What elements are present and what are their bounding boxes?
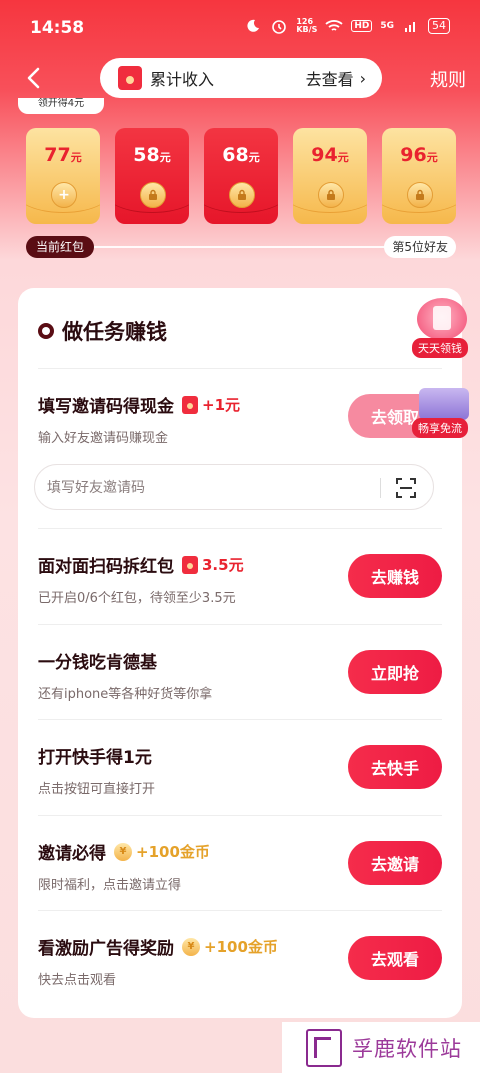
free-flow-widget[interactable]: 畅享免流 <box>412 388 476 438</box>
plus-icon: + <box>51 182 77 208</box>
phone-icon <box>417 298 467 340</box>
task-bonus: +1元 <box>202 396 241 414</box>
tip-strip: 领开得4元 <box>18 98 104 114</box>
battery-indicator: 54 <box>428 18 450 34</box>
income-pill[interactable]: 累计收入 去查看 › <box>100 58 382 98</box>
lock-icon <box>318 182 344 208</box>
lock-icon <box>140 182 166 208</box>
task-invite-code: 填写邀请码得现金 +1元 输入好友邀请码赚现金 去领取 <box>38 392 442 446</box>
task-bonus: +100金币 <box>204 938 278 956</box>
task-card: 做任务赚钱 填写邀请码得现金 +1元 输入好友邀请码赚现金 去领取 面对面扫码拆… <box>18 288 462 1018</box>
packet-5[interactable]: 96元 <box>382 128 456 224</box>
alarm-icon <box>270 18 288 34</box>
packet-amount: 77元 <box>44 144 82 166</box>
status-bar: 14:58 126 KB/S HD 5G 54 <box>0 0 480 56</box>
task-bonus: 3.5元 <box>202 556 244 574</box>
signal-icon <box>402 18 420 34</box>
income-label: 累计收入 <box>150 70 215 89</box>
current-packet-badge: 当前红包 <box>26 236 95 258</box>
daily-money-widget[interactable]: 天天领钱 <box>412 298 472 358</box>
invite-code-input[interactable] <box>45 465 369 511</box>
hd-icon: HD <box>351 20 373 32</box>
rules-link[interactable]: 规则 <box>430 66 466 92</box>
task-title: 打开快手得1元 <box>38 748 152 768</box>
task-scan-packet: 面对面扫码拆红包 3.5元 已开启0/6个红包，待领至少3.5元 去赚钱 <box>38 552 442 606</box>
fifth-friend-badge: 第5位好友 <box>384 236 456 258</box>
task-title: 看激励广告得奖励 <box>38 939 174 959</box>
watermark: 孚鹿软件站 <box>282 1022 480 1073</box>
scan-icon[interactable] <box>395 477 417 499</box>
free-flow-label: 畅享免流 <box>412 418 468 438</box>
coin-icon: ¥ <box>182 937 200 956</box>
task-title: 面对面扫码拆红包 <box>38 557 174 577</box>
red-packet-row: 77元 + 58元 68元 94元 96元 <box>26 128 456 224</box>
daily-money-label: 天天领钱 <box>412 338 468 358</box>
gift-box-icon <box>419 388 469 420</box>
net-speed: 126 KB/S <box>296 17 318 34</box>
task-kuaishou: 打开快手得1元 点击按钮可直接打开 去快手 <box>38 743 442 797</box>
red-envelope-icon <box>118 66 142 90</box>
site-logo-icon <box>306 1028 342 1067</box>
red-envelope-icon <box>182 555 198 574</box>
back-button[interactable] <box>22 65 48 91</box>
coin-icon: ¥ <box>114 842 132 861</box>
packet-amount: 96元 <box>400 144 438 166</box>
task-invite: 邀请必得 ¥ +100金币 限时福利，点击邀请立得 去邀请 <box>38 839 442 893</box>
open-kuaishou-button[interactable]: 去快手 <box>348 745 442 789</box>
view-link[interactable]: 去查看 <box>306 66 354 90</box>
lock-icon <box>229 182 255 208</box>
section-dot-icon <box>38 323 54 339</box>
wifi-icon <box>325 18 343 34</box>
task-title: 邀请必得 <box>38 844 106 864</box>
packet-amount: 58元 <box>133 144 171 166</box>
invite-button[interactable]: 去邀请 <box>348 841 442 885</box>
earn-button[interactable]: 去赚钱 <box>348 554 442 598</box>
task-watch-ad: 看激励广告得奖励 ¥ +100金币 快去点击观看 去观看 <box>38 934 442 988</box>
watermark-text: 孚鹿软件站 <box>352 1036 462 1061</box>
task-bonus: +100金币 <box>136 843 210 861</box>
task-title: 填写邀请码得现金 <box>38 397 174 417</box>
task-kfc: 一分钱吃肯德基 还有iphone等各种好货等你拿 立即抢 <box>38 648 442 702</box>
packet-amount: 68元 <box>222 144 260 166</box>
grab-button[interactable]: 立即抢 <box>348 650 442 694</box>
lock-icon <box>407 182 433 208</box>
task-title: 一分钱吃肯德基 <box>38 653 157 673</box>
packet-amount: 94元 <box>311 144 349 166</box>
packet-2[interactable]: 58元 <box>115 128 189 224</box>
packet-1[interactable]: 77元 + <box>26 128 100 224</box>
packet-4[interactable]: 94元 <box>293 128 367 224</box>
friend-progress: 当前红包 第5位好友 <box>26 236 456 258</box>
red-envelope-icon <box>182 395 198 414</box>
moon-icon <box>244 18 262 34</box>
chevron-right-icon: › <box>359 68 366 88</box>
status-time: 14:58 <box>30 18 85 38</box>
section-title: 做任务赚钱 <box>62 320 167 344</box>
status-icons: 126 KB/S HD 5G 54 <box>244 18 450 34</box>
watch-button[interactable]: 去观看 <box>348 936 442 980</box>
signal-label: 5G <box>380 21 394 31</box>
packet-3[interactable]: 68元 <box>204 128 278 224</box>
section-header: 做任务赚钱 <box>38 316 167 346</box>
invite-code-field[interactable] <box>34 464 434 511</box>
